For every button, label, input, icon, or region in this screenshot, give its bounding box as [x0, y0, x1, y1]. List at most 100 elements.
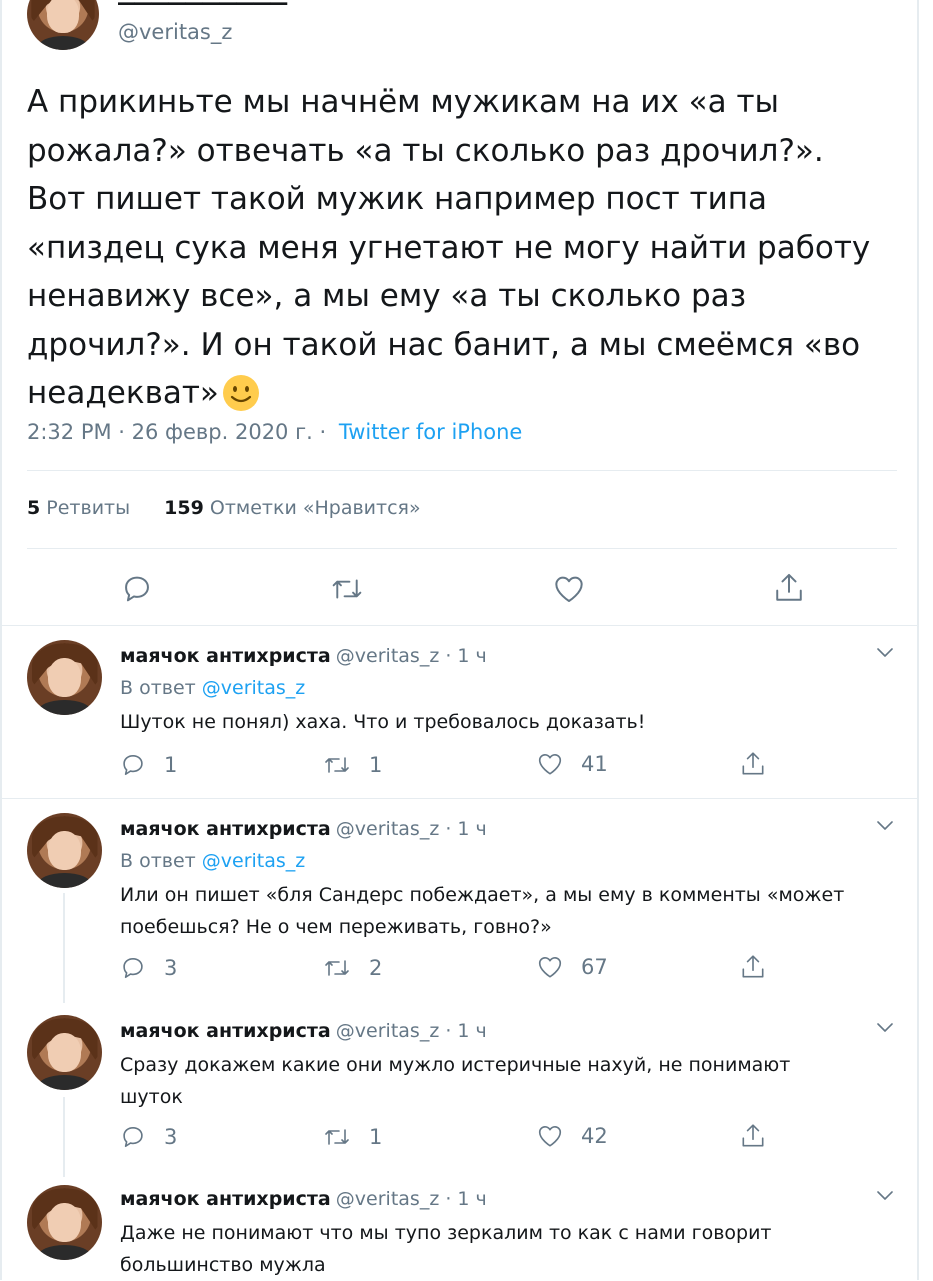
- reply-action[interactable]: 1: [120, 752, 177, 778]
- divider: [27, 548, 897, 549]
- like-count: 67: [581, 955, 608, 979]
- retweet-icon[interactable]: [330, 574, 364, 604]
- share-icon[interactable]: [740, 750, 766, 778]
- reply-author-name[interactable]: маячок антихриста: [120, 1020, 331, 1042]
- reply-text: Даже не понимают что мы тупо зеркалим то…: [120, 1217, 905, 1281]
- like-count: 41: [581, 752, 608, 776]
- like-heart-icon: [537, 752, 563, 776]
- retweet-count: 2: [369, 956, 383, 980]
- likes-count: 159: [164, 497, 204, 519]
- tweet-text-line: «пиздец сука меня угнетают не могу найти…: [27, 229, 871, 266]
- reply-handle-time[interactable]: @veritas_z · 1 ч: [336, 645, 487, 667]
- reply-avatar[interactable]: [27, 640, 102, 715]
- chevron-down-icon[interactable]: [875, 1188, 895, 1202]
- author-name-clipped: ▀▀▀ ▀▀▀▀▀▀▀▀▀▀: [118, 0, 338, 5]
- author-handle[interactable]: @veritas_z: [118, 20, 232, 44]
- tweet-meta: 2:32 PM · 26 февр. 2020 г. · Twitter for…: [27, 420, 522, 444]
- reply-text: Или он пишет «бля Сандерс побеждает», а …: [120, 879, 905, 943]
- tweet-text-line: рожала?» отвечать «а ты сколько раз дроч…: [27, 132, 824, 169]
- reply-author-name[interactable]: маячок антихриста: [120, 1188, 331, 1210]
- reply-count: 3: [164, 1125, 178, 1149]
- like-action[interactable]: 67: [537, 955, 608, 979]
- likes-stat[interactable]: 159 Отметки «Нравится»: [164, 497, 420, 519]
- like-heart-icon: [537, 1124, 563, 1148]
- retweet-icon: [323, 752, 351, 778]
- reply-text-line: шуток: [120, 1086, 183, 1108]
- tweet-text-line: Вот пишет такой мужик например пост типа: [27, 181, 768, 217]
- reply-text-line: Даже не понимают что мы тупо зеркалим то…: [120, 1222, 772, 1244]
- smile-emoji-icon: [221, 373, 261, 413]
- reply-to-line: В ответ @veritas_z: [120, 677, 305, 699]
- share-icon[interactable]: [773, 571, 805, 605]
- tweet-text-last-line: неадекват»: [27, 375, 219, 411]
- retweet-action[interactable]: 1: [323, 752, 382, 778]
- reply-action[interactable]: 3: [120, 1124, 177, 1150]
- reply-header: маячок антихриста @veritas_z · 1 ч: [120, 645, 487, 667]
- share-icon[interactable]: [740, 953, 766, 981]
- retweet-count: 1: [369, 753, 383, 777]
- like-heart-icon: [537, 955, 563, 979]
- retweet-action[interactable]: 1: [323, 1124, 382, 1150]
- reply-header: маячок антихриста @veritas_z · 1 ч: [120, 818, 487, 840]
- reply-text-line: поебешься? Не о чем переживать, говно?»: [120, 916, 552, 938]
- section-divider: [0, 625, 917, 626]
- reply-icon: [120, 752, 146, 778]
- reply-handle-time[interactable]: @veritas_z · 1 ч: [336, 818, 487, 840]
- retweet-icon: [323, 955, 351, 981]
- reply-text-line: Сразу докажем какие они мужло истеричные…: [120, 1054, 791, 1076]
- chevron-down-icon[interactable]: [875, 818, 895, 832]
- tweet-timestamp[interactable]: 2:32 PM · 26 февр. 2020 г. ·: [27, 420, 326, 444]
- right-border: [917, 0, 919, 1280]
- reply-author-name[interactable]: маячок антихриста: [120, 645, 331, 667]
- like-heart-icon[interactable]: [553, 574, 585, 604]
- chevron-down-icon[interactable]: [875, 1020, 895, 1034]
- reply-count: 1: [164, 753, 178, 777]
- tweet-text: А прикиньте мы начнём мужикам на их «а т…: [27, 78, 907, 418]
- reply-avatar[interactable]: [27, 813, 102, 888]
- tweet-stats: 5 Ретвиты 159 Отметки «Нравится»: [27, 497, 421, 519]
- like-action[interactable]: 42: [537, 1124, 608, 1148]
- reply-to-prefix: В ответ: [120, 677, 196, 699]
- reply-to-prefix: В ответ: [120, 850, 196, 872]
- reply-author-name[interactable]: маячок антихриста: [120, 818, 331, 840]
- likes-label: Отметки «Нравится»: [209, 497, 421, 519]
- like-count: 42: [581, 1124, 608, 1148]
- reply-handle-time[interactable]: @veritas_z · 1 ч: [336, 1188, 487, 1210]
- retweet-action[interactable]: 2: [323, 955, 382, 981]
- reply-avatar[interactable]: [27, 1185, 102, 1260]
- reply-text-line: Или он пишет «бля Сандерс побеждает», а …: [120, 884, 845, 906]
- reply-to-handle-link[interactable]: @veritas_z: [202, 677, 306, 699]
- retweets-stat[interactable]: 5 Ретвиты: [27, 497, 136, 519]
- retweet-icon: [323, 1124, 351, 1150]
- reply-icon[interactable]: [121, 573, 153, 605]
- share-icon[interactable]: [740, 1122, 766, 1150]
- reply-text-line: Шуток не понял) хаха. Что и требовалось …: [120, 711, 646, 733]
- tweet-text-line: неадекват»: [27, 369, 907, 418]
- tweet-text-line: А прикиньте мы начнём мужикам на их «а т…: [27, 84, 780, 120]
- tweet-text-line: дрочил?». И он такой нас банит, а мы сме…: [27, 326, 861, 363]
- left-border: [0, 0, 2, 1280]
- reply-text: Сразу докажем какие они мужло истеричные…: [120, 1049, 905, 1113]
- retweet-count: 1: [369, 1125, 383, 1149]
- reply-action[interactable]: 3: [120, 955, 177, 981]
- chevron-down-icon[interactable]: [875, 645, 895, 659]
- author-name-fragment: ▀▀▀ ▀▀▀▀▀▀▀▀▀▀: [118, 0, 338, 5]
- reply-handle-time[interactable]: @veritas_z · 1 ч: [336, 1020, 487, 1042]
- reply-text-line: большинство мужла: [120, 1254, 326, 1276]
- reply-text: Шуток не понял) хаха. Что и требовалось …: [120, 706, 900, 738]
- retweets-label: Ретвиты: [46, 497, 131, 519]
- author-avatar[interactable]: [27, 0, 99, 50]
- tweet-source-link[interactable]: Twitter for iPhone: [339, 420, 523, 444]
- reply-avatar[interactable]: [27, 1015, 102, 1090]
- reply-header: маячок антихриста @veritas_z · 1 ч: [120, 1020, 487, 1042]
- reply-to-line: В ответ @veritas_z: [120, 850, 305, 872]
- divider: [27, 470, 897, 471]
- reply-icon: [120, 955, 146, 981]
- thread-connector-line: [63, 893, 65, 1003]
- reply-icon: [120, 1124, 146, 1150]
- reply-to-handle-link[interactable]: @veritas_z: [202, 850, 306, 872]
- tweet-text-line: ненавижу все», а мы ему «а ты сколько ра…: [27, 278, 747, 314]
- like-action[interactable]: 41: [537, 752, 608, 776]
- retweets-count: 5: [27, 497, 41, 519]
- thread-connector-line: [63, 1097, 65, 1177]
